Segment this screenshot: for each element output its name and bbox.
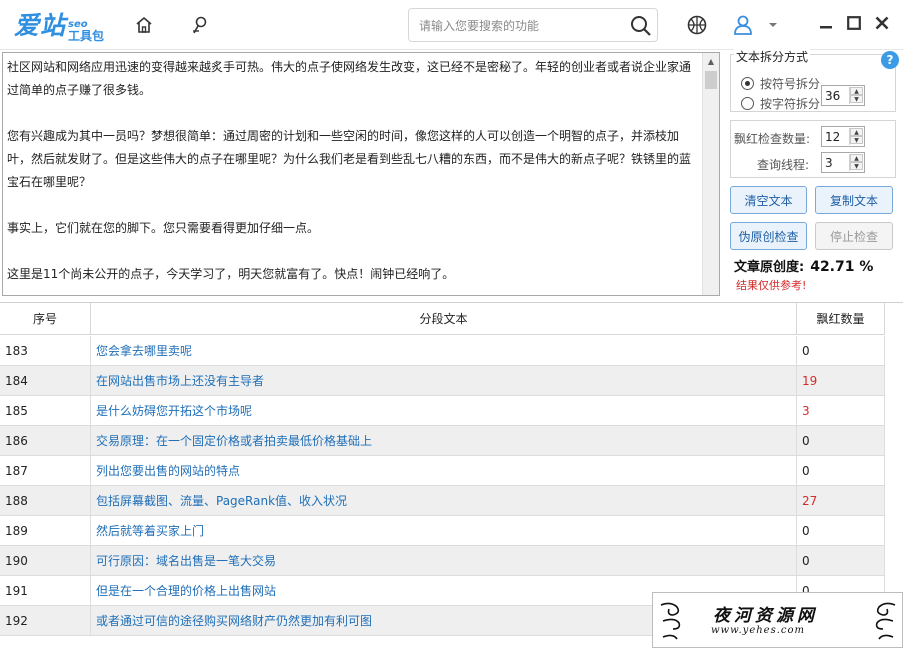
- table-row[interactable]: 183 您会拿去哪里卖呢 0: [0, 336, 885, 366]
- split-by-chars-option[interactable]: 按字符拆分: [741, 95, 820, 112]
- stop-check-button[interactable]: 停止检查: [815, 222, 893, 250]
- row-index: 185: [0, 396, 91, 425]
- settings-panel: 按符号拆分 按字符拆分 36 ▲ ▼ 文本拆分方式 ? 飘红检查数量: 12 ▲ ▼…: [724, 46, 903, 302]
- table-row[interactable]: 189 然后就等着买家上门 0: [0, 516, 885, 546]
- check-settings-group: 飘红检查数量: 12 ▲ ▼ 查询线程: 3 ▲ ▼: [730, 120, 896, 178]
- row-red-count: 0: [797, 546, 885, 575]
- column-header-text[interactable]: 分段文本: [91, 303, 797, 334]
- threads-label: 查询线程:: [757, 158, 810, 172]
- article-paragraph: 这里是11个尚未公开的点子，今天学习了，明天您就富有了。快点！闹钟已经响了。: [7, 267, 455, 281]
- table-row[interactable]: 186 交易原理：在一个固定价格或者拍卖最低价格基础上 0: [0, 426, 885, 456]
- stepper-down-icon[interactable]: ▼: [850, 136, 863, 144]
- maximize-icon[interactable]: [843, 12, 865, 34]
- scroll-up-icon[interactable]: ▲: [703, 53, 719, 69]
- originality-result: 文章原创度: 42.71 %: [734, 259, 874, 275]
- copy-text-button[interactable]: 复制文本: [815, 186, 893, 214]
- row-index: 187: [0, 456, 91, 485]
- minimize-icon[interactable]: [815, 12, 837, 34]
- row-index: 183: [0, 336, 91, 365]
- basketball-icon[interactable]: [682, 10, 712, 40]
- row-index: 184: [0, 366, 91, 395]
- article-paragraph: 社区网站和网络应用迅速的变得越来越炙手可热。伟大的点子使网络发生改变，这已经不是…: [7, 60, 692, 97]
- row-segment-text[interactable]: 然后就等着买家上门: [91, 516, 797, 545]
- row-red-count: 0: [797, 336, 885, 365]
- search-input[interactable]: [419, 15, 629, 37]
- stepper-up-icon[interactable]: ▲: [850, 154, 863, 162]
- top-bar: 爱站 seo 工具包: [0, 0, 903, 50]
- stepper-up-icon[interactable]: ▲: [850, 87, 863, 95]
- column-header-index[interactable]: 序号: [0, 303, 91, 334]
- logo-sub-text: 工具包: [68, 29, 105, 43]
- row-index: 188: [0, 486, 91, 515]
- split-mode-title: 文本拆分方式: [734, 48, 811, 65]
- article-textarea[interactable]: 社区网站和网络应用迅速的变得越来越炙手可热。伟大的点子使网络发生改变，这已经不是…: [2, 52, 720, 296]
- stepper-down-icon[interactable]: ▼: [850, 95, 863, 103]
- check-count-stepper[interactable]: 12 ▲ ▼: [821, 126, 865, 147]
- article-paragraph: 事实上，它们就在您的脚下。您只需要看得更加仔细一点。: [7, 221, 320, 235]
- watermark-url: www.yehes.com: [711, 625, 806, 636]
- row-index: 191: [0, 576, 91, 605]
- result-note: 结果仅供参考!: [736, 279, 807, 292]
- originality-value: 42.71 %: [810, 259, 874, 275]
- clear-text-button[interactable]: 清空文本: [730, 186, 807, 214]
- check-count-label: 飘红检查数量:: [734, 132, 811, 146]
- radio-unselected[interactable]: [741, 97, 754, 110]
- row-red-count: 27: [797, 486, 885, 515]
- table-row[interactable]: 188 包括屏幕截图、流量、PageRank值、收入状况 27: [0, 486, 885, 516]
- article-paragraph: 您有兴趣成为其中一员吗？梦想很简单：通过周密的计划和一些空闲的时间，像您这样的人…: [7, 129, 692, 189]
- article-text[interactable]: 社区网站和网络应用迅速的变得越来越炙手可热。伟大的点子使网络发生改变，这已经不是…: [7, 56, 697, 295]
- close-icon[interactable]: [871, 12, 893, 34]
- row-red-count: 0: [797, 456, 885, 485]
- location-icon[interactable]: [185, 10, 215, 40]
- chevron-down-icon[interactable]: [762, 10, 784, 40]
- threads-stepper[interactable]: 3 ▲ ▼: [821, 152, 865, 173]
- row-index: 189: [0, 516, 91, 545]
- column-header-count[interactable]: 飘红数量: [797, 303, 885, 334]
- row-index: 186: [0, 426, 91, 455]
- split-chars-stepper[interactable]: 36 ▲ ▼: [821, 85, 865, 106]
- originality-check-button[interactable]: 伪原创检查: [730, 222, 807, 250]
- textarea-scrollbar[interactable]: ▲: [702, 53, 719, 295]
- row-segment-text[interactable]: 交易原理：在一个固定价格或者拍卖最低价格基础上: [91, 426, 797, 455]
- ornament-right: [875, 602, 896, 640]
- user-icon[interactable]: [728, 10, 758, 40]
- stepper-down-icon[interactable]: ▼: [850, 162, 863, 170]
- table-row[interactable]: 187 列出您要出售的网站的特点 0: [0, 456, 885, 486]
- logo-main-text: 爱站: [14, 11, 67, 40]
- table-row[interactable]: 185 是什么妨碍您开拓这个市场呢 3: [0, 396, 885, 426]
- row-index: 192: [0, 606, 91, 635]
- row-red-count: 0: [797, 426, 885, 455]
- table-row[interactable]: 184 在网站出售市场上还没有主导者 19: [0, 366, 885, 396]
- row-segment-text[interactable]: 可行原因：域名出售是一笔大交易: [91, 546, 797, 575]
- row-segment-text[interactable]: 包括屏幕截图、流量、PageRank值、收入状况: [91, 486, 797, 515]
- row-segment-text[interactable]: 您会拿去哪里卖呢: [91, 336, 797, 365]
- search-icon[interactable]: [629, 14, 653, 38]
- ornament-left: [660, 602, 681, 640]
- row-index: 190: [0, 546, 91, 575]
- search-box[interactable]: [408, 8, 658, 42]
- table-row[interactable]: 190 可行原因：域名出售是一笔大交易 0: [0, 546, 885, 576]
- row-red-count: 19: [797, 366, 885, 395]
- row-segment-text[interactable]: 是什么妨碍您开拓这个市场呢: [91, 396, 797, 425]
- row-segment-text[interactable]: 列出您要出售的网站的特点: [91, 456, 797, 485]
- table-header: 序号 分段文本 飘红数量: [0, 303, 885, 335]
- stepper-up-icon[interactable]: ▲: [850, 128, 863, 136]
- row-red-count: 0: [797, 516, 885, 545]
- row-segment-text[interactable]: 在网站出售市场上还没有主导者: [91, 366, 797, 395]
- watermark-title: 夜河资源网: [713, 606, 818, 626]
- help-icon[interactable]: ?: [881, 51, 899, 69]
- home-icon[interactable]: [129, 10, 159, 40]
- scrollbar-thumb[interactable]: [705, 71, 717, 89]
- row-red-count: 3: [797, 396, 885, 425]
- split-by-symbol-option[interactable]: 按符号拆分: [741, 75, 820, 92]
- app-logo: 爱站 seo 工具包: [14, 6, 104, 42]
- radio-selected[interactable]: [741, 77, 754, 90]
- watermark-badge: 夜河资源网 www.yehes.com: [652, 592, 903, 648]
